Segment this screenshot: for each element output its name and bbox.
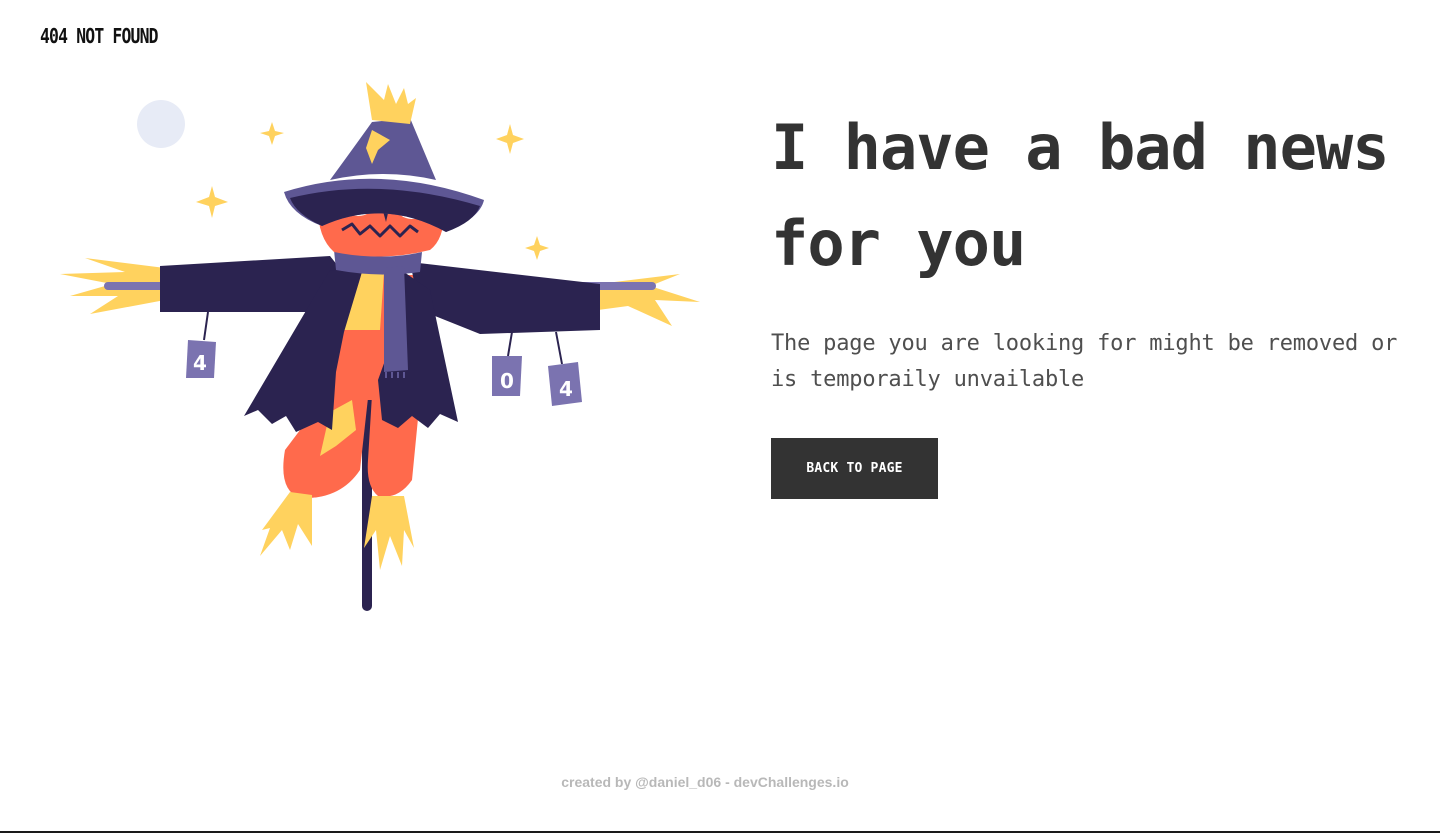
back-to-page-button[interactable]: BACK TO PAGE [771, 438, 938, 499]
scarf-tail [384, 266, 408, 372]
coat-arms-right [410, 262, 600, 334]
page-headline: I have a bad news for you [771, 111, 1390, 280]
right-hand-straw [598, 274, 700, 326]
can-middle: 0 [492, 331, 522, 396]
scarecrow-illustration: 4 0 4 [60, 82, 700, 611]
can-right: 4 [548, 331, 582, 406]
can-label-2: 0 [500, 369, 514, 393]
can-label-3: 4 [559, 377, 573, 401]
footer-credit: created by @daniel_d06 - devChallenges.i… [561, 774, 849, 790]
page-description: The page you are looking for might be re… [771, 331, 1398, 392]
hat-straw [366, 82, 416, 124]
brand-title: 404 NOT FOUND [40, 24, 159, 48]
can-label-1: 4 [193, 351, 207, 375]
hat-crown [330, 118, 436, 180]
moon-shape [137, 100, 185, 148]
left-foot-straw [260, 492, 312, 556]
can-left: 4 [186, 311, 216, 378]
